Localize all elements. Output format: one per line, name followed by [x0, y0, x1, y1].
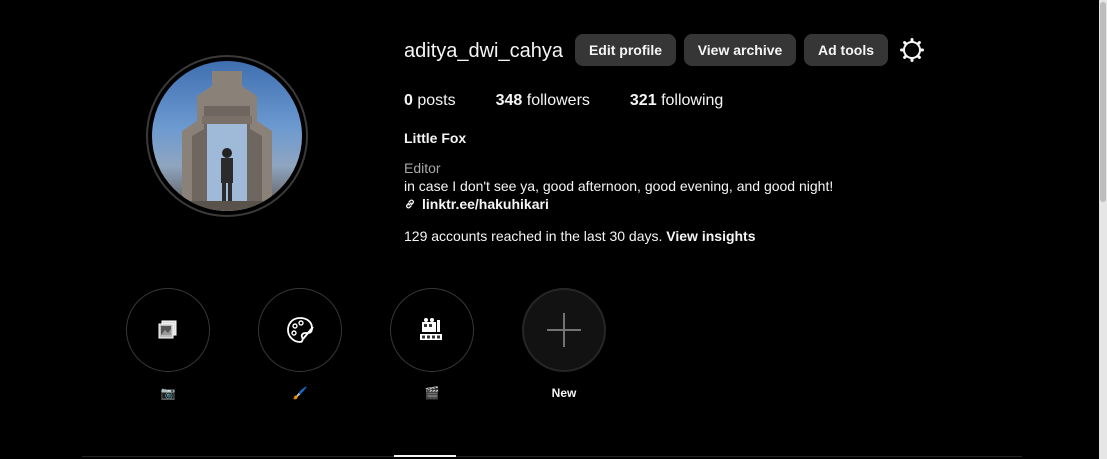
following-stat[interactable]: 321 following: [630, 92, 723, 110]
gear-icon[interactable]: [900, 38, 924, 62]
highlight-circle[interactable]: [258, 288, 342, 372]
bio-link[interactable]: linktr.ee/hakuhikari: [404, 196, 549, 212]
posts-label: posts: [417, 92, 456, 109]
scrollbar[interactable]: [1099, 0, 1107, 459]
link-icon: [406, 199, 414, 209]
highlight-item[interactable]: 📷: [125, 288, 211, 400]
full-name: Little Fox: [404, 130, 467, 146]
highlight-label: 🎬: [424, 386, 440, 400]
highlight-item[interactable]: 🖌️: [257, 288, 343, 400]
view-archive-button[interactable]: View archive: [684, 34, 796, 66]
category-label: Editor: [404, 160, 441, 176]
new-highlight-label: New: [551, 386, 577, 400]
highlight-circle[interactable]: [126, 288, 210, 372]
photo-frames-icon: [158, 320, 177, 339]
posts-stat: 0 posts: [404, 92, 456, 110]
new-highlight-item[interactable]: New: [521, 288, 607, 400]
active-tab-indicator: [394, 455, 456, 457]
highlight-label: 🖌️: [292, 386, 308, 400]
scroll-thumb[interactable]: [1100, 2, 1106, 202]
followers-label: followers: [526, 92, 590, 109]
bio-text: in case I don't see ya, good afternoon, …: [404, 178, 834, 194]
plus-icon: [547, 313, 581, 347]
edit-profile-button[interactable]: Edit profile: [575, 34, 676, 66]
film-equipment-icon: [420, 318, 442, 340]
view-insights-link[interactable]: View insights: [666, 228, 755, 244]
following-count: 321: [629, 92, 657, 109]
followers-count: 348: [495, 92, 523, 109]
followers-stat[interactable]: 348 followers: [496, 92, 590, 110]
profile-stats: 0 posts 348 followers 321 following: [404, 92, 763, 110]
profile-avatar-ring[interactable]: [146, 55, 308, 217]
highlight-circle[interactable]: [390, 288, 474, 372]
tab-divider: [82, 456, 1022, 457]
avatar[interactable]: [152, 61, 302, 211]
posts-count: 0: [404, 92, 413, 109]
highlight-item[interactable]: 🎬: [389, 288, 475, 400]
username: aditya_dwi_cahya: [404, 40, 563, 62]
new-highlight-button[interactable]: [522, 288, 606, 372]
following-label: following: [661, 92, 724, 109]
insights-text: 129 accounts reached in the last 30 days…: [404, 228, 663, 244]
ad-tools-button[interactable]: Ad tools: [804, 34, 888, 66]
palette-icon: [287, 317, 314, 343]
bio-link-text[interactable]: linktr.ee/hakuhikari: [422, 196, 549, 212]
highlight-label: 📷: [160, 386, 176, 400]
insights-row: 129 accounts reached in the last 30 days…: [404, 228, 756, 244]
